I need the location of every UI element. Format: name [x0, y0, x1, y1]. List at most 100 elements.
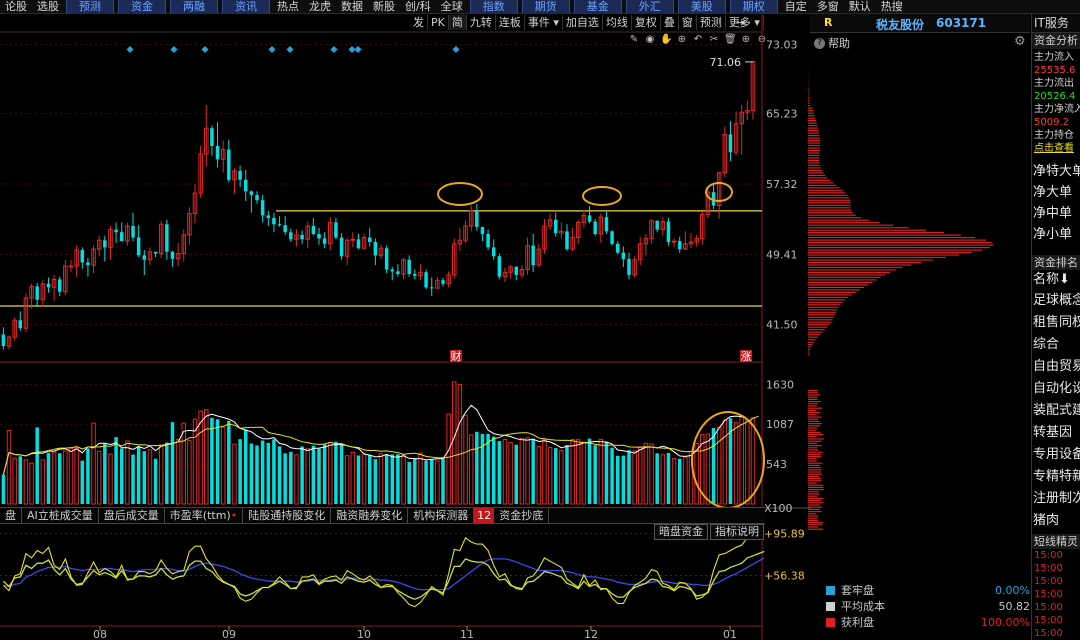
top-menu-item[interactable]: 资讯 [222, 0, 270, 13]
candle-body [655, 221, 658, 230]
indicator-tick-label: +95.89 [764, 528, 805, 541]
top-menu-item[interactable]: 基金 [574, 0, 622, 13]
top-menu-item[interactable]: 论股 [0, 0, 32, 13]
chip-bar [808, 142, 820, 143]
volume-bar [385, 454, 388, 504]
tab-institution-detector[interactable]: 机构探测器 [408, 508, 474, 523]
top-menu-item[interactable]: 选股 [32, 0, 64, 13]
top-menu-item[interactable]: 自定 [780, 0, 812, 13]
top-menu-item[interactable]: 数据 [336, 0, 368, 13]
gear-icon[interactable]: ⚙ [1014, 34, 1026, 49]
volume-bar [650, 444, 653, 504]
chip-bar [808, 125, 817, 126]
chip-bar [808, 289, 860, 290]
volume-bar [486, 434, 489, 504]
concept-item[interactable]: 足球概念 [1032, 290, 1080, 312]
volume-bar [47, 453, 50, 504]
candle-body [424, 272, 427, 287]
tab-northbound-holding[interactable]: 陆股通持股变化 [243, 508, 331, 523]
top-menu-item[interactable]: 预测 [66, 0, 114, 13]
concept-item[interactable]: 注册制次新 [1032, 488, 1080, 510]
chip-bar [808, 529, 823, 530]
top-menu-item[interactable]: 指数 [470, 0, 518, 13]
top-menu-item[interactable]: 外汇 [626, 0, 674, 13]
main-out-value: 20526.4 [1032, 90, 1080, 103]
top-menu-item[interactable]: 创/科 [400, 0, 436, 13]
top-menu-item[interactable]: 资金 [118, 0, 166, 13]
tab-margin-change[interactable]: 融资融券变化 [331, 508, 408, 523]
top-menu-item[interactable]: 两融 [170, 0, 218, 13]
event-diamond-icon [268, 46, 275, 53]
volume-bar [616, 456, 619, 504]
tab-number-badge[interactable]: 12 [474, 508, 494, 523]
tab-after-hours-volume[interactable]: 盘后成交量 [99, 508, 165, 523]
chip-bar [808, 297, 848, 298]
x-tick-label: 11 [460, 628, 474, 640]
chip-bar [808, 200, 850, 201]
tab-ai-volume[interactable]: AI立桩成交量 [22, 508, 99, 523]
concept-item[interactable]: 自动化设备 [1032, 378, 1080, 400]
chip-bar [808, 130, 819, 131]
volume-bar [374, 459, 377, 504]
event-diamond-icon [286, 46, 293, 53]
chip-bar [808, 182, 833, 183]
name-sort-header[interactable]: 名称⬇ [1032, 270, 1080, 290]
x-tick-label: 09 [222, 628, 236, 640]
volume-bar [717, 427, 720, 504]
chip-bar [808, 460, 817, 461]
top-menu-item[interactable]: 美股 [678, 0, 726, 13]
concept-item[interactable]: 租售同权 [1032, 312, 1080, 334]
volume-bar [407, 462, 410, 504]
top-menu-item[interactable]: 全球 [436, 0, 468, 13]
concept-item[interactable]: 专精特新 [1032, 466, 1080, 488]
chip-bar [808, 354, 809, 355]
volume-bar [526, 438, 529, 504]
concept-item[interactable]: 专用设备 [1032, 444, 1080, 466]
volume-unit-label: X100 [764, 502, 793, 515]
concept-item[interactable]: 自由贸易 [1032, 356, 1080, 378]
price-tick-label: 57.32 [766, 178, 798, 191]
top-menu-item[interactable]: 多窗 [812, 0, 844, 13]
tab-pe-ratio[interactable]: 市盈率(ttm)• [165, 508, 243, 523]
volume-bar [340, 444, 343, 504]
candle-body [2, 334, 5, 346]
chip-distribution-chart [808, 50, 1030, 610]
concept-item[interactable]: 猪肉 [1032, 510, 1080, 532]
volume-bar [588, 439, 591, 504]
top-menu-item[interactable]: 期权 [730, 0, 778, 13]
top-menu-item[interactable]: 新股 [368, 0, 400, 13]
indicator-help-button[interactable]: 指标说明 [710, 524, 764, 540]
legend-profit-value: 100.00% [931, 616, 1030, 629]
candle-body [667, 222, 670, 242]
concept-item[interactable]: 综合 [1032, 334, 1080, 356]
stock-chart[interactable]: 73.03 65.23 57.32 49.41 41.50 1630 1087 543 X100… [0, 14, 810, 640]
candle-body [475, 211, 478, 227]
top-menu-item[interactable]: 默认 [844, 0, 876, 13]
volume-bar [120, 449, 123, 504]
top-menu-item[interactable]: 龙虎 [304, 0, 336, 13]
tab-pan[interactable]: 盘 [0, 508, 22, 523]
volume-bar [7, 430, 10, 504]
click-view-link[interactable]: 点击查看 [1032, 142, 1080, 155]
highlight-circle [583, 187, 621, 205]
volume-bar [221, 427, 224, 504]
top-menu-item[interactable]: 期货 [522, 0, 570, 13]
chip-bar [808, 217, 861, 218]
chip-bar [808, 95, 809, 96]
volume-bar [114, 437, 117, 504]
dot-icon: • [231, 509, 238, 522]
help-link[interactable]: ? 帮助 [814, 35, 850, 51]
concept-item[interactable]: 装配式建筑 [1032, 400, 1080, 422]
top-menu-item[interactable]: 热搜 [876, 0, 908, 13]
candle-body [554, 220, 557, 233]
concept-item[interactable]: 转基因 [1032, 422, 1080, 444]
candle-body [267, 215, 270, 218]
chip-bar [808, 309, 837, 310]
chip-bar [808, 279, 877, 280]
tab-fund-bottom[interactable]: 资金抄底 [494, 508, 549, 523]
dark-pool-button[interactable]: 暗盘资金 [654, 524, 708, 540]
chip-bar [808, 98, 809, 99]
candle-body [171, 252, 174, 259]
top-menu-item[interactable]: 热点 [272, 0, 304, 13]
chip-bar [808, 267, 903, 268]
